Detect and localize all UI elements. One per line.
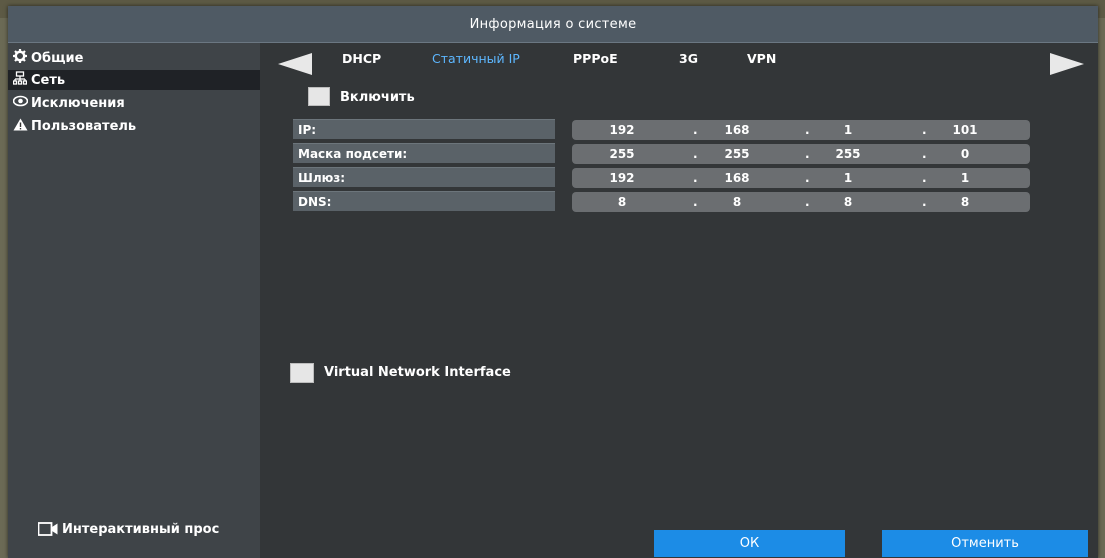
tab-static-ip[interactable]: Статичный IP	[432, 51, 520, 66]
octet: 8	[617, 195, 627, 209]
separator: .	[805, 147, 810, 161]
octet: 8	[843, 195, 853, 209]
tab-vpn[interactable]: VPN	[747, 51, 776, 66]
ok-button[interactable]: ОК	[654, 530, 845, 557]
ip-address-field[interactable]: 192 . 168 . 1 . 101	[572, 120, 1030, 140]
network-settings-panel: DHCP Статичный IP PPPoE 3G VPN Включить …	[260, 43, 1098, 558]
separator: .	[693, 195, 698, 209]
window-title: Информация о системе	[8, 6, 1098, 43]
octet: 8	[960, 195, 970, 209]
enable-label: Включить	[340, 90, 415, 105]
next-tab-arrow-icon[interactable]	[1050, 53, 1084, 79]
gateway-label: Шлюз:	[293, 167, 555, 187]
network-icon	[12, 71, 28, 89]
octet: 0	[960, 147, 970, 161]
octet: 168	[724, 123, 750, 137]
dns-label: DNS:	[293, 191, 555, 211]
separator: .	[805, 123, 810, 137]
eye-icon	[12, 95, 28, 111]
octet: 8	[732, 195, 742, 209]
live-view-button[interactable]: Интерактивный прос	[8, 517, 260, 541]
sidebar-item-label: Исключения	[31, 95, 125, 111]
live-view-label: Интерактивный прос	[62, 521, 220, 537]
separator: .	[922, 123, 927, 137]
separator: .	[693, 147, 698, 161]
separator: .	[693, 123, 698, 137]
sidebar-item-label: Общие	[31, 50, 84, 66]
separator: .	[805, 195, 810, 209]
octet: 168	[724, 171, 750, 185]
virtual-network-interface-label: Virtual Network Interface	[324, 365, 511, 380]
separator: .	[922, 195, 927, 209]
octet: 255	[724, 147, 750, 161]
gateway-field[interactable]: 192 . 168 . 1 . 1	[572, 168, 1030, 188]
sidebar-item-exceptions[interactable]: Исключения	[8, 93, 260, 113]
octet: 1	[843, 171, 853, 185]
sidebar-item-general[interactable]: Общие	[8, 48, 260, 68]
ip-label: IP:	[293, 119, 555, 139]
separator: .	[922, 171, 927, 185]
gear-icon	[12, 49, 28, 67]
octet: 192	[609, 123, 635, 137]
prev-tab-arrow-icon[interactable]	[278, 53, 312, 79]
subnet-mask-label: Маска подсети:	[293, 143, 555, 163]
octet: 255	[835, 147, 861, 161]
sidebar-item-label: Сеть	[31, 72, 66, 88]
dns-field[interactable]: 8 . 8 . 8 . 8	[572, 192, 1030, 212]
separator: .	[922, 147, 927, 161]
tab-pppoe[interactable]: PPPoE	[573, 51, 618, 66]
octet: 192	[609, 171, 635, 185]
subnet-mask-field[interactable]: 255 . 255 . 255 . 0	[572, 144, 1030, 164]
octet: 101	[952, 123, 978, 137]
tab-dhcp[interactable]: DHCP	[342, 51, 381, 66]
camera-icon	[37, 522, 58, 540]
octet: 1	[843, 123, 853, 137]
sidebar-item-network[interactable]: Сеть	[8, 70, 260, 90]
cancel-button[interactable]: Отменить	[882, 530, 1088, 557]
system-info-window: Информация о системе Общие Сеть Исключен…	[8, 6, 1098, 558]
enable-checkbox[interactable]	[308, 87, 330, 106]
warning-icon	[12, 118, 28, 135]
sidebar: Общие Сеть Исключения Пользователь Интер…	[8, 43, 260, 558]
tab-3g[interactable]: 3G	[679, 51, 698, 66]
virtual-network-interface-checkbox[interactable]	[290, 363, 314, 383]
sidebar-item-user[interactable]: Пользователь	[8, 116, 260, 136]
octet: 1	[960, 171, 970, 185]
separator: .	[693, 171, 698, 185]
sidebar-item-label: Пользователь	[31, 118, 137, 134]
separator: .	[805, 171, 810, 185]
octet: 255	[609, 147, 635, 161]
